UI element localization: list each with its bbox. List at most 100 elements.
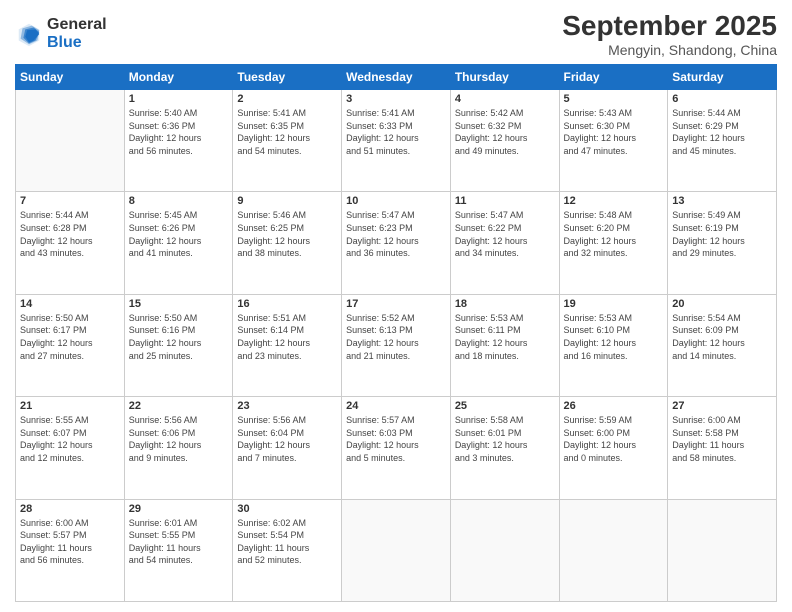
week-row-0: 1 Sunrise: 5:40 AM Sunset: 6:36 PM Daylig…: [16, 90, 777, 192]
day-info: Sunrise: 6:00 AM Sunset: 5:58 PM Dayligh…: [672, 414, 772, 464]
page: General Blue September 2025 Mengyin, Sha…: [0, 0, 792, 612]
weekday-header-saturday: Saturday: [668, 65, 777, 90]
calendar-cell: 3 Sunrise: 5:41 AM Sunset: 6:33 PM Daylig…: [342, 90, 451, 192]
calendar-cell: 22Sunrise: 5:56 AM Sunset: 6:06 PM Dayli…: [124, 397, 233, 499]
calendar-cell: 14 Sunrise: 5:50 AM Sunset: 6:17 PM Dayli…: [16, 294, 125, 396]
logo-text: General Blue: [47, 16, 107, 51]
calendar-cell: 25 Sunrise: 5:58 AM Sunset: 6:01 PM Dayli…: [450, 397, 559, 499]
day-number: 21: [20, 400, 120, 412]
calendar-cell: [559, 499, 668, 601]
day-info: Sunrise: 5:54 AM Sunset: 6:09 PM Dayligh…: [672, 312, 772, 362]
day-info: Sunrise: 5:42 AM Sunset: 6:32 PM Dayligh…: [455, 107, 555, 157]
weekday-header-row: SundayMondayTuesdayWednesdayThursdayFrid…: [16, 65, 777, 90]
day-info: Sunrise: 5:47 AM Sunset: 6:23 PM Dayligh…: [346, 209, 446, 259]
day-number: 2: [237, 93, 337, 105]
day-number: 11: [455, 195, 555, 207]
day-number: 17: [346, 298, 446, 310]
day-number: 24: [346, 400, 446, 412]
day-number: 15: [129, 298, 229, 310]
week-row-3: 21 Sunrise: 5:55 AM Sunset: 6:07 PM Dayli…: [16, 397, 777, 499]
day-number: 10: [346, 195, 446, 207]
day-info: Sunrise: 5:53 AM Sunset: 6:11 PM Dayligh…: [455, 312, 555, 362]
calendar-table: SundayMondayTuesdayWednesdayThursdayFrid…: [15, 64, 777, 602]
week-row-4: 28Sunrise: 6:00 AM Sunset: 5:57 PM Dayli…: [16, 499, 777, 601]
day-number: 16: [237, 298, 337, 310]
day-info: Sunrise: 5:40 AM Sunset: 6:36 PM Dayligh…: [129, 107, 229, 157]
month-title: September 2025: [562, 10, 777, 42]
day-info: Sunrise: 5:41 AM Sunset: 6:33 PM Dayligh…: [346, 107, 446, 157]
calendar-cell: 16Sunrise: 5:51 AM Sunset: 6:14 PM Dayli…: [233, 294, 342, 396]
day-info: Sunrise: 5:52 AM Sunset: 6:13 PM Dayligh…: [346, 312, 446, 362]
day-info: Sunrise: 5:58 AM Sunset: 6:01 PM Dayligh…: [455, 414, 555, 464]
day-info: Sunrise: 6:01 AM Sunset: 5:55 PM Dayligh…: [129, 517, 229, 567]
calendar-cell: 9Sunrise: 5:46 AM Sunset: 6:25 PM Daylig…: [233, 192, 342, 294]
calendar-cell: 29 Sunrise: 6:01 AM Sunset: 5:55 PM Dayli…: [124, 499, 233, 601]
calendar-cell: 30 Sunrise: 6:02 AM Sunset: 5:54 PM Dayli…: [233, 499, 342, 601]
calendar-cell: 1 Sunrise: 5:40 AM Sunset: 6:36 PM Daylig…: [124, 90, 233, 192]
day-number: 18: [455, 298, 555, 310]
calendar-cell: 15 Sunrise: 5:50 AM Sunset: 6:16 PM Dayli…: [124, 294, 233, 396]
calendar-cell: 7 Sunrise: 5:44 AM Sunset: 6:28 PM Daylig…: [16, 192, 125, 294]
day-number: 30: [237, 503, 337, 515]
day-number: 26: [564, 400, 664, 412]
calendar-cell: 8Sunrise: 5:45 AM Sunset: 6:26 PM Daylig…: [124, 192, 233, 294]
day-info: Sunrise: 5:46 AM Sunset: 6:25 PM Dayligh…: [237, 209, 337, 259]
day-number: 4: [455, 93, 555, 105]
day-number: 3: [346, 93, 446, 105]
week-row-1: 7 Sunrise: 5:44 AM Sunset: 6:28 PM Daylig…: [16, 192, 777, 294]
weekday-header-wednesday: Wednesday: [342, 65, 451, 90]
calendar-cell: 12 Sunrise: 5:48 AM Sunset: 6:20 PM Dayli…: [559, 192, 668, 294]
weekday-header-thursday: Thursday: [450, 65, 559, 90]
logo-icon: [15, 20, 43, 48]
day-info: Sunrise: 5:49 AM Sunset: 6:19 PM Dayligh…: [672, 209, 772, 259]
calendar-cell: 5 Sunrise: 5:43 AM Sunset: 6:30 PM Daylig…: [559, 90, 668, 192]
day-info: Sunrise: 5:41 AM Sunset: 6:35 PM Dayligh…: [237, 107, 337, 157]
day-info: Sunrise: 5:56 AM Sunset: 6:04 PM Dayligh…: [237, 414, 337, 464]
day-info: Sunrise: 6:02 AM Sunset: 5:54 PM Dayligh…: [237, 517, 337, 567]
day-info: Sunrise: 5:44 AM Sunset: 6:29 PM Dayligh…: [672, 107, 772, 157]
calendar-cell: 2 Sunrise: 5:41 AM Sunset: 6:35 PM Daylig…: [233, 90, 342, 192]
day-info: Sunrise: 5:55 AM Sunset: 6:07 PM Dayligh…: [20, 414, 120, 464]
logo: General Blue: [15, 16, 107, 51]
location-subtitle: Mengyin, Shandong, China: [562, 42, 777, 58]
day-number: 12: [564, 195, 664, 207]
day-info: Sunrise: 5:53 AM Sunset: 6:10 PM Dayligh…: [564, 312, 664, 362]
weekday-header-monday: Monday: [124, 65, 233, 90]
day-number: 5: [564, 93, 664, 105]
day-number: 14: [20, 298, 120, 310]
calendar-cell: [16, 90, 125, 192]
day-number: 1: [129, 93, 229, 105]
calendar-cell: [668, 499, 777, 601]
day-info: Sunrise: 5:56 AM Sunset: 6:06 PM Dayligh…: [129, 414, 229, 464]
weekday-header-sunday: Sunday: [16, 65, 125, 90]
day-info: Sunrise: 5:50 AM Sunset: 6:17 PM Dayligh…: [20, 312, 120, 362]
calendar-cell: 27 Sunrise: 6:00 AM Sunset: 5:58 PM Dayli…: [668, 397, 777, 499]
day-number: 28: [20, 503, 120, 515]
day-number: 29: [129, 503, 229, 515]
day-info: Sunrise: 5:43 AM Sunset: 6:30 PM Dayligh…: [564, 107, 664, 157]
weekday-header-friday: Friday: [559, 65, 668, 90]
calendar-cell: 28Sunrise: 6:00 AM Sunset: 5:57 PM Dayli…: [16, 499, 125, 601]
calendar-cell: 11 Sunrise: 5:47 AM Sunset: 6:22 PM Dayli…: [450, 192, 559, 294]
day-info: Sunrise: 5:44 AM Sunset: 6:28 PM Dayligh…: [20, 209, 120, 259]
calendar-cell: 26Sunrise: 5:59 AM Sunset: 6:00 PM Dayli…: [559, 397, 668, 499]
day-number: 23: [237, 400, 337, 412]
title-block: September 2025 Mengyin, Shandong, China: [562, 10, 777, 58]
day-info: Sunrise: 5:48 AM Sunset: 6:20 PM Dayligh…: [564, 209, 664, 259]
week-row-2: 14 Sunrise: 5:50 AM Sunset: 6:17 PM Dayli…: [16, 294, 777, 396]
calendar-cell: [450, 499, 559, 601]
day-info: Sunrise: 5:50 AM Sunset: 6:16 PM Dayligh…: [129, 312, 229, 362]
logo-general: General: [47, 16, 107, 33]
calendar-cell: 21 Sunrise: 5:55 AM Sunset: 6:07 PM Dayli…: [16, 397, 125, 499]
day-number: 25: [455, 400, 555, 412]
day-number: 7: [20, 195, 120, 207]
calendar-cell: 23 Sunrise: 5:56 AM Sunset: 6:04 PM Dayli…: [233, 397, 342, 499]
header: General Blue September 2025 Mengyin, Sha…: [15, 10, 777, 58]
calendar-cell: 24Sunrise: 5:57 AM Sunset: 6:03 PM Dayli…: [342, 397, 451, 499]
day-number: 27: [672, 400, 772, 412]
calendar-body: 1 Sunrise: 5:40 AM Sunset: 6:36 PM Daylig…: [16, 90, 777, 602]
day-info: Sunrise: 5:47 AM Sunset: 6:22 PM Dayligh…: [455, 209, 555, 259]
calendar-cell: 13Sunrise: 5:49 AM Sunset: 6:19 PM Dayli…: [668, 192, 777, 294]
day-number: 6: [672, 93, 772, 105]
calendar-cell: 17 Sunrise: 5:52 AM Sunset: 6:13 PM Dayli…: [342, 294, 451, 396]
